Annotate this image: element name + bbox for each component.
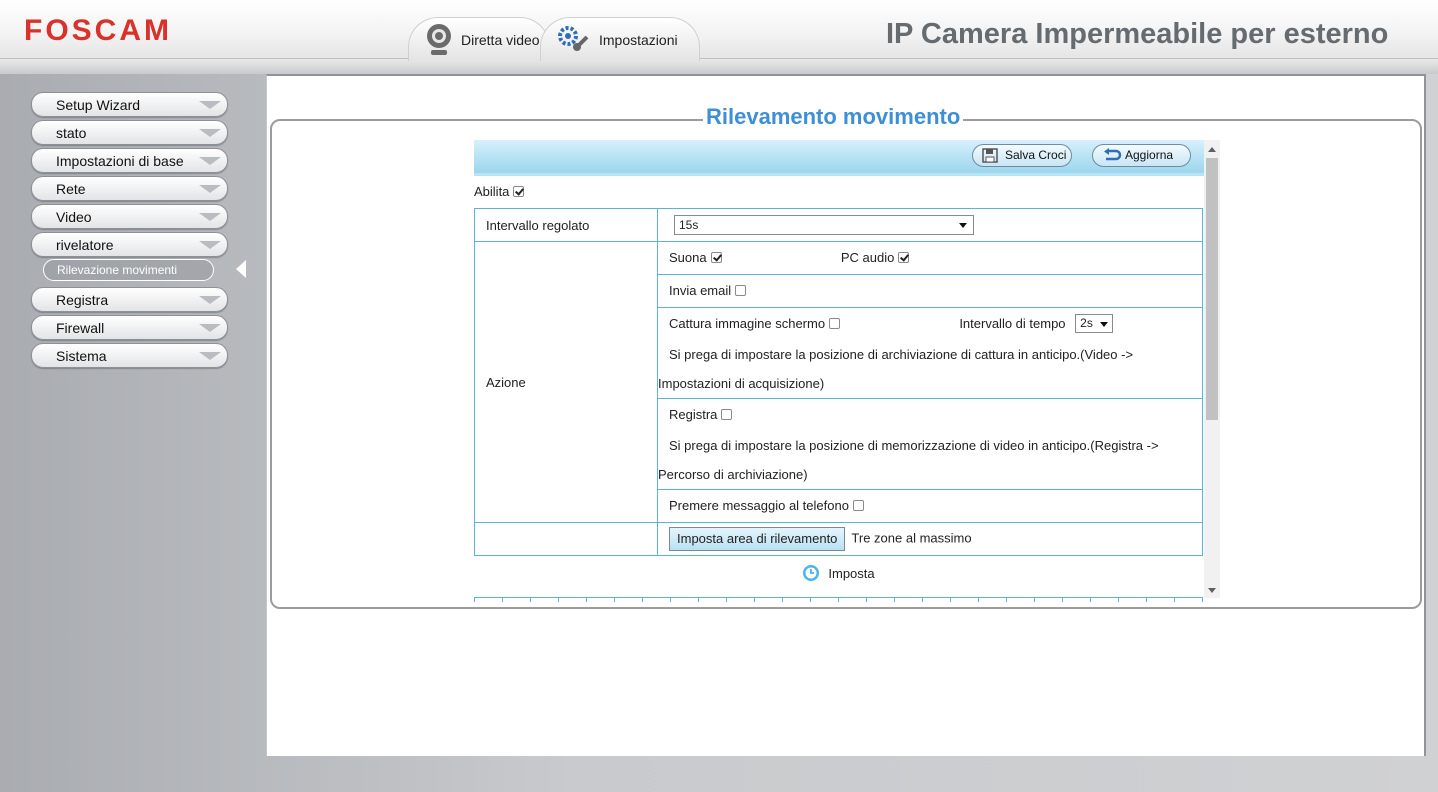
- enable-checkbox[interactable]: [513, 186, 525, 197]
- record-note-cont: Percorso di archiviazione): [658, 467, 808, 482]
- sidebar-item-stato[interactable]: stato: [31, 120, 228, 145]
- foscam-logo: FOSCAM: [24, 14, 172, 47]
- detection-area-note: Tre zone al massimo: [851, 530, 972, 546]
- schedule-grid[interactable]: [474, 597, 1203, 602]
- snapshot-checkbox[interactable]: [829, 318, 841, 329]
- toolbar: Salva Croci Aggiorna: [474, 140, 1204, 176]
- scroll-down-arrow-icon[interactable]: [1208, 588, 1216, 593]
- action-email-cell: Invia email: [657, 274, 1203, 308]
- tab-live-video-label: Diretta video: [461, 31, 540, 48]
- snapshot-label: Cattura immagine schermo: [669, 316, 826, 331]
- email-label: Invia email: [669, 283, 732, 298]
- content-area: Rilevamento movimento Salva Croci Aggior…: [266, 74, 1426, 756]
- tab-settings-label: Impostazioni: [599, 31, 678, 48]
- save-button-label: Salva Croci: [1005, 148, 1067, 162]
- chevron-down-icon: [199, 185, 221, 193]
- table-row: Imposta area di rilevamento Tre zone al m…: [474, 522, 1203, 556]
- chevron-down-icon: [199, 129, 221, 137]
- table-row: Azione Suona PC audio: [474, 241, 1203, 523]
- pc-audio-checkbox[interactable]: [898, 252, 910, 263]
- time-interval-value: 2s: [1080, 316, 1093, 330]
- tab-settings[interactable]: Impostazioni: [540, 17, 700, 61]
- sidebar-item-label: Video: [56, 209, 92, 225]
- selected-arrow-icon: [236, 260, 246, 278]
- sidebar-item-label: Rete: [56, 181, 86, 197]
- product-title: IP Camera Impermeabile per esterno: [886, 18, 1389, 50]
- settings-panel: Salva Croci Aggiorna Abilita Intervallo …: [474, 140, 1220, 602]
- scrollbar-thumb[interactable]: [1206, 158, 1218, 420]
- time-interval-label: Intervallo di tempo: [959, 316, 1066, 331]
- undo-arrow-icon: [1104, 148, 1122, 161]
- table-row: Intervallo regolato 15s: [474, 208, 1203, 242]
- gears-icon: [558, 25, 589, 51]
- chevron-down-icon: [199, 324, 221, 332]
- page-title: Rilevamento movimento: [703, 104, 964, 130]
- snapshot-note: Si prega di impostare la posizione di ar…: [669, 347, 1134, 362]
- record-label: Registra: [669, 407, 718, 422]
- enable-row: Abilita: [474, 184, 525, 199]
- dropdown-arrow-icon: [959, 223, 967, 228]
- chevron-down-icon: [199, 241, 221, 249]
- action-snapshot-cell: Cattura immagine schermo Intervallo di t…: [657, 307, 1203, 399]
- chevron-down-icon: [199, 157, 221, 165]
- sidebar-item-label: Setup Wizard: [56, 97, 141, 113]
- sound-checkbox[interactable]: [710, 252, 722, 263]
- interval-label: Intervallo regolato: [474, 208, 658, 242]
- schedule-row: Imposta: [474, 564, 1203, 582]
- sidebar-item-label: Impostazioni di base: [56, 153, 184, 169]
- tab-live-video[interactable]: Diretta video: [408, 17, 550, 61]
- action-sound-cell: Suona PC audio: [657, 241, 1203, 275]
- push-checkbox[interactable]: [852, 500, 864, 511]
- sidebar-item-firewall[interactable]: Firewall: [31, 315, 228, 340]
- push-label: Premere messaggio al telefono: [669, 498, 849, 513]
- interval-select[interactable]: 15s: [674, 215, 974, 235]
- webcam-icon: [427, 23, 451, 55]
- detection-area-cell: Imposta area di rilevamento Tre zone al m…: [657, 522, 1203, 556]
- sidebar-item-label: rivelatore: [56, 237, 114, 253]
- action-push-cell: Premere messaggio al telefono: [657, 489, 1203, 523]
- interval-cell: 15s: [657, 208, 1203, 242]
- chevron-down-icon: [199, 296, 221, 304]
- chevron-down-icon: [199, 101, 221, 109]
- refresh-button[interactable]: Aggiorna: [1092, 144, 1191, 167]
- enable-label: Abilita: [474, 184, 510, 199]
- clock-icon[interactable]: [802, 564, 820, 582]
- scroll-up-arrow-icon[interactable]: [1208, 147, 1216, 152]
- set-detection-area-button[interactable]: Imposta area di rilevamento: [669, 527, 846, 551]
- settings-table: Intervallo regolato 15s Azione Suona PC …: [474, 208, 1203, 556]
- sidebar-item-label: Sistema: [56, 348, 107, 364]
- sound-label: Suona: [669, 250, 707, 265]
- sidebar: Setup Wizard stato Impostazioni di base …: [0, 74, 266, 792]
- record-checkbox[interactable]: [721, 409, 733, 420]
- chevron-down-icon: [199, 213, 221, 221]
- sidebar-item-video[interactable]: Video: [31, 204, 228, 229]
- sidebar-subitem-motion-detection[interactable]: Rilevazione movimenti: [43, 259, 214, 281]
- sidebar-item-label: Registra: [56, 292, 109, 308]
- sidebar-item-setup-wizard[interactable]: Setup Wizard: [31, 92, 228, 117]
- header-band: [0, 58, 1438, 74]
- sidebar-item-registra[interactable]: Registra: [31, 287, 228, 312]
- sidebar-item-label: stato: [56, 125, 87, 141]
- dropdown-arrow-icon: [1100, 322, 1109, 327]
- pc-audio-label: PC audio: [840, 250, 895, 265]
- sidebar-item-rivelatore[interactable]: rivelatore: [31, 232, 228, 257]
- scrollbar[interactable]: [1204, 140, 1220, 598]
- interval-select-value: 15s: [679, 218, 699, 232]
- floppy-disk-icon: [982, 148, 998, 163]
- sidebar-item-rete[interactable]: Rete: [31, 176, 228, 201]
- sidebar-item-sistema[interactable]: Sistema: [31, 343, 228, 368]
- action-label: Azione: [474, 241, 658, 523]
- schedule-label: Imposta: [828, 566, 875, 581]
- record-note: Si prega di impostare la posizione di me…: [669, 438, 1159, 453]
- sidebar-item-basic-settings[interactable]: Impostazioni di base: [31, 148, 228, 173]
- snapshot-note-cont: Impostazioni di acquisizione): [658, 376, 825, 391]
- refresh-button-label: Aggiorna: [1125, 148, 1174, 162]
- save-button[interactable]: Salva Croci: [972, 144, 1072, 167]
- detection-area-empty-cell: [474, 522, 658, 556]
- chevron-down-icon: [199, 352, 221, 360]
- time-interval-select[interactable]: 2s: [1075, 314, 1114, 333]
- sidebar-item-label: Firewall: [56, 320, 105, 336]
- email-checkbox[interactable]: [735, 285, 747, 296]
- action-record-cell: Registra Si prega di impostare la posizi…: [657, 398, 1203, 490]
